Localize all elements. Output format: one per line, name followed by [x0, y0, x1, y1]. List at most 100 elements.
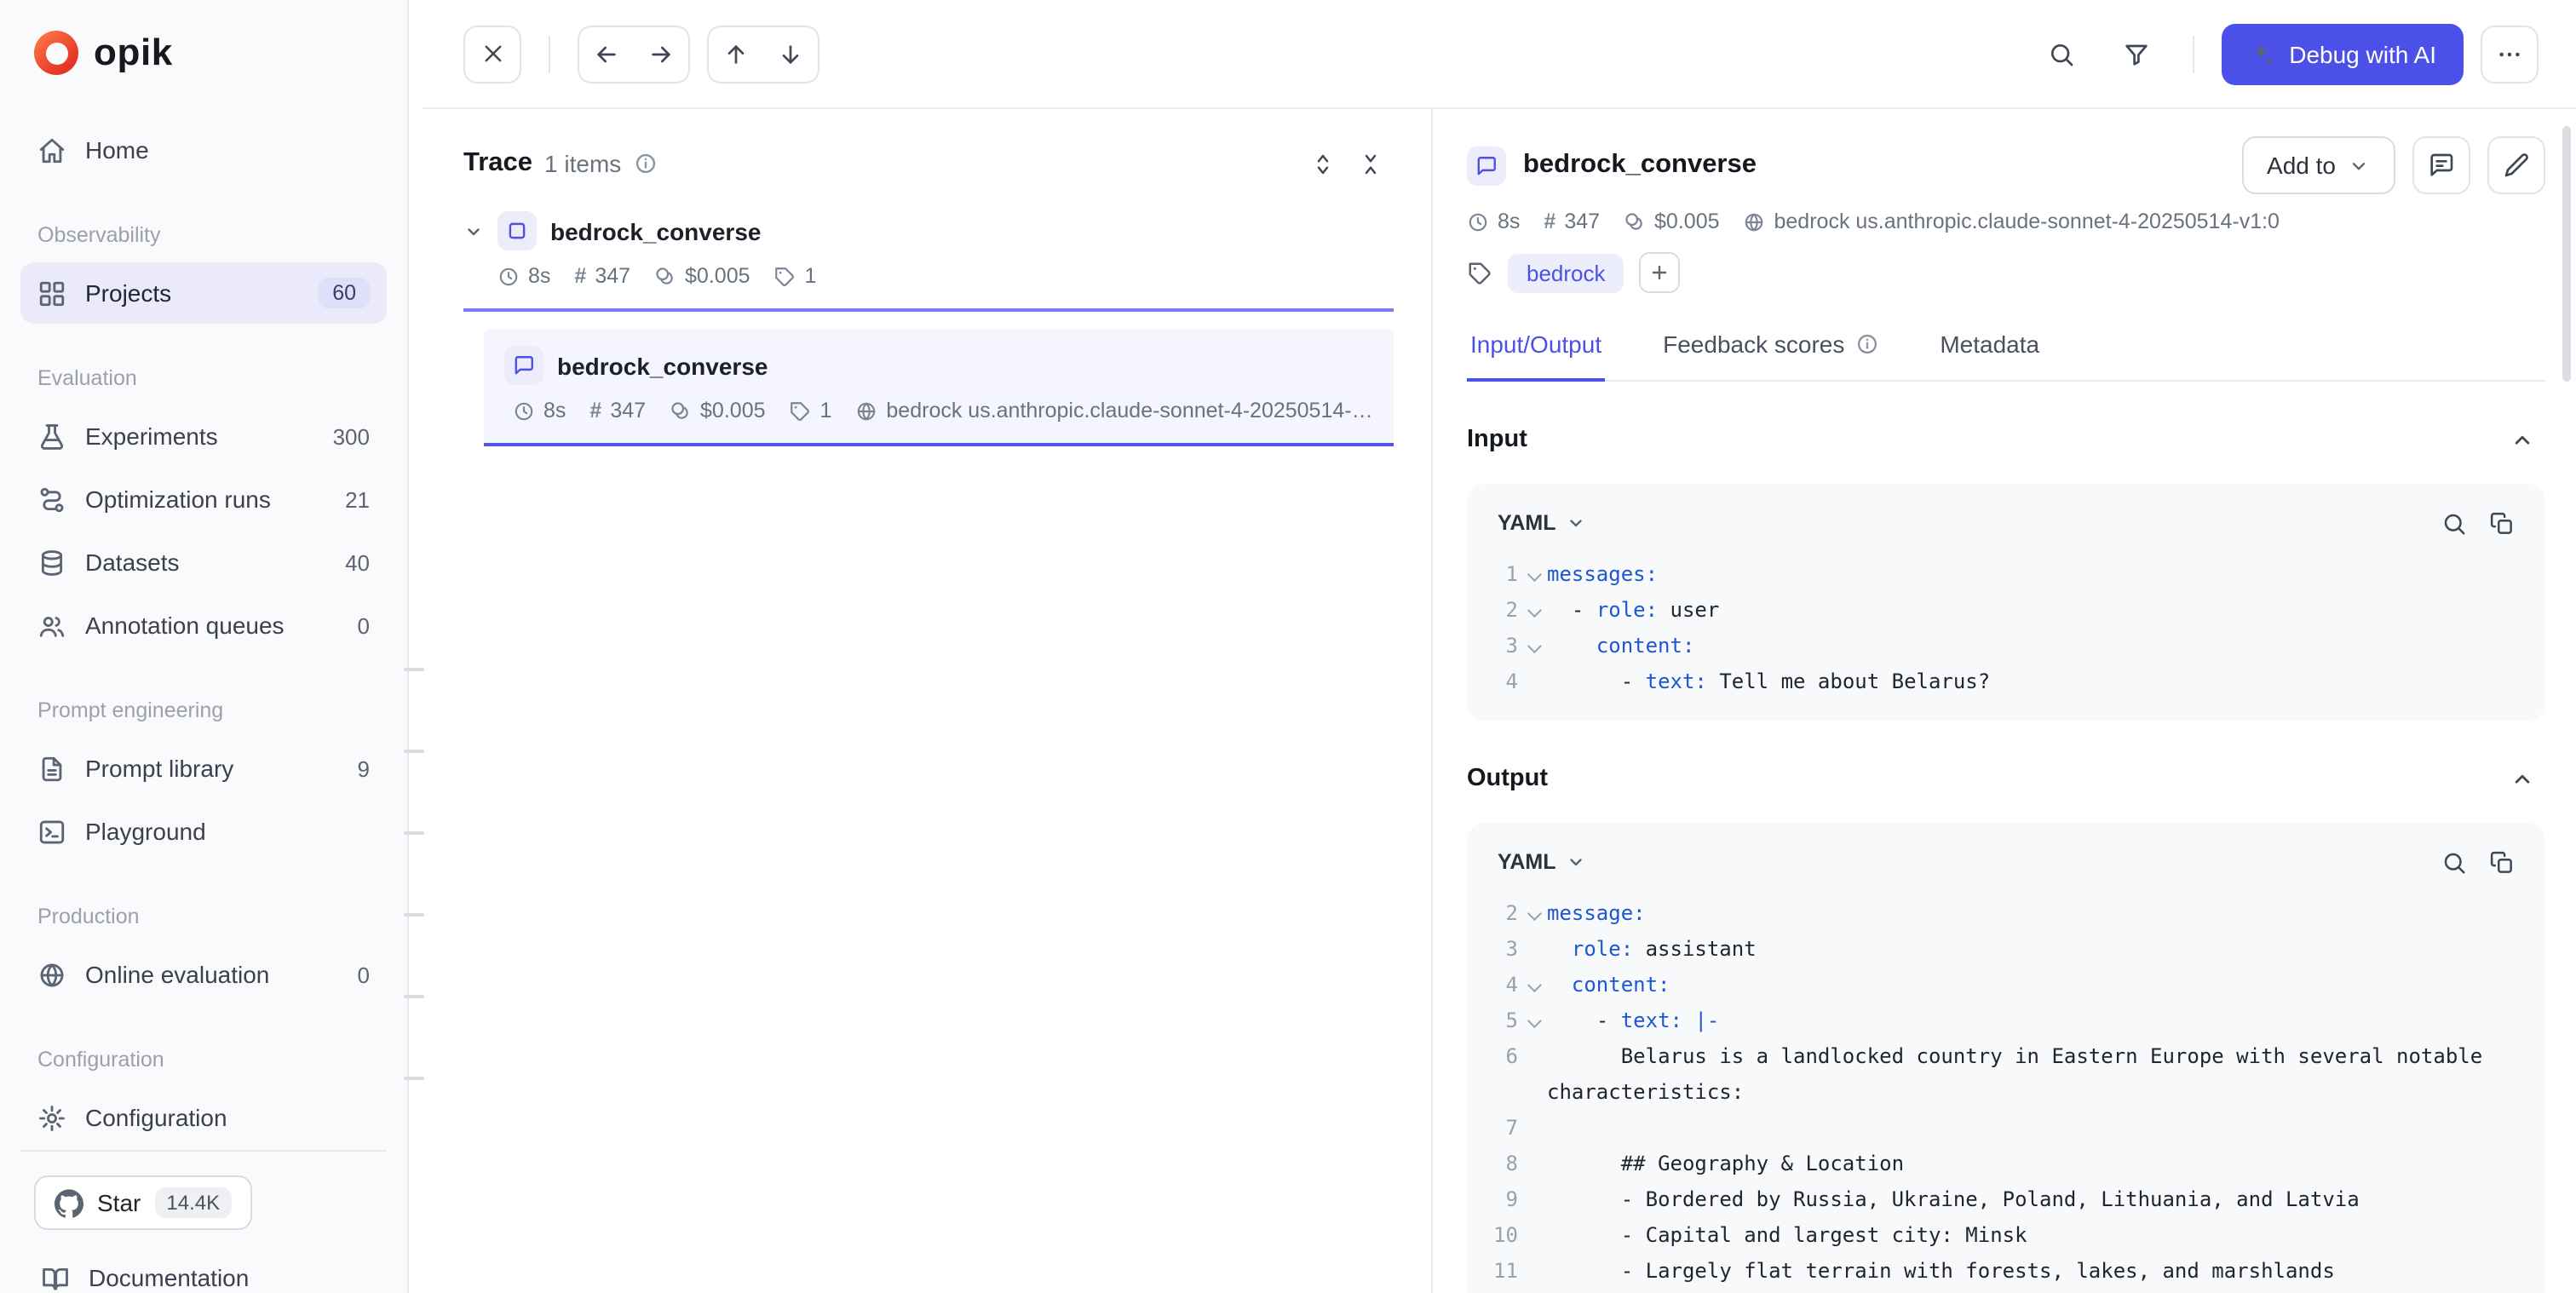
sidebar-item-documentation[interactable]: Documentation	[24, 1247, 383, 1293]
input-format-select[interactable]: YAML	[1487, 504, 1597, 542]
model-value: bedrock us.anthropic.claude-sonnet-4-202…	[886, 399, 1373, 422]
sidebar-item-count: 40	[345, 549, 370, 575]
more-options-button[interactable]	[2481, 25, 2539, 83]
next-trace-button[interactable]	[634, 26, 688, 81]
fold-chevron-icon[interactable]	[1518, 629, 1547, 664]
terminal-icon	[37, 817, 66, 846]
output-section-title: Output	[1467, 765, 1548, 792]
token-count-badge: 347	[574, 264, 630, 288]
opik-logo[interactable]: opik	[20, 0, 387, 75]
toolbar-divider	[2192, 35, 2194, 72]
line-number: 7	[1484, 1111, 1518, 1146]
sidebar-item-annotation-queues[interactable]: Annotation queues 0	[20, 595, 387, 656]
fold-chevron-icon[interactable]	[1518, 896, 1547, 932]
add-tag-button[interactable]	[1640, 252, 1681, 293]
search-in-code-button[interactable]	[2429, 838, 2477, 886]
hash-icon	[1544, 210, 1555, 233]
sidebar-item-playground[interactable]: Playground	[20, 801, 387, 862]
opik-logo-icon	[34, 31, 78, 75]
tab-input-output[interactable]: Input/Output	[1467, 330, 1605, 380]
sidebar-item-home[interactable]: Home	[20, 119, 387, 181]
prev-trace-button[interactable]	[579, 26, 634, 81]
trace-items-count: 1 items	[544, 150, 621, 177]
output-format-select[interactable]: YAML	[1487, 843, 1597, 881]
code-line: 10 - Capital and largest city: Minsk	[1484, 1218, 2521, 1254]
token-count-value: 347	[610, 399, 646, 422]
github-star-button[interactable]: Star 14.4K	[34, 1175, 252, 1230]
next-span-button[interactable]	[763, 26, 818, 81]
code-line: 3 role: assistant	[1484, 932, 2521, 968]
tag-chip-bedrock[interactable]: bedrock	[1508, 253, 1624, 292]
detail-head-actions: Add to	[2241, 136, 2545, 194]
code-text: content:	[1547, 629, 2521, 664]
expand-all-button[interactable]	[1298, 140, 1346, 187]
fold-chevron-icon[interactable]	[1518, 1003, 1547, 1039]
fold-chevron-icon[interactable]	[1518, 557, 1547, 593]
tab-metadata[interactable]: Metadata	[1936, 330, 2043, 380]
search-button[interactable]	[2032, 25, 2090, 83]
sidebar-item-configuration[interactable]: Configuration	[20, 1087, 387, 1148]
sidebar-item-optimization-runs[interactable]: Optimization runs 21	[20, 468, 387, 530]
sidebar: opik Home Observability Projects 60 Eval…	[0, 0, 409, 1293]
fold-chevron-icon[interactable]	[1518, 968, 1547, 1003]
copy-code-button[interactable]	[2477, 838, 2525, 886]
sidebar-item-label: Documentation	[89, 1264, 366, 1291]
add-to-button[interactable]: Add to	[2241, 136, 2395, 194]
sidebar-section-observability: Observability	[20, 182, 387, 262]
token-count-value: 347	[595, 264, 630, 288]
copy-code-button[interactable]	[2477, 499, 2525, 547]
chevron-down-icon	[1567, 513, 1587, 533]
chevron-down-icon	[2348, 154, 2370, 176]
coins-icon	[670, 399, 692, 422]
token-count-badge: 347	[589, 399, 646, 422]
duration-badge: 8s	[497, 264, 550, 288]
panel-resize-handle[interactable]	[409, 0, 423, 1293]
tag-icon	[1467, 260, 1492, 285]
span-name: bedrock_converse	[557, 352, 768, 379]
info-icon[interactable]	[633, 152, 657, 175]
line-number: 4	[1484, 664, 1518, 700]
close-button[interactable]	[463, 25, 521, 83]
fold-spacer	[1518, 1146, 1547, 1182]
chevron-down-icon	[1567, 852, 1587, 872]
code-text: messages:	[1547, 557, 2521, 593]
comment-button[interactable]	[2412, 136, 2470, 194]
prev-span-button[interactable]	[709, 26, 763, 81]
duration-value: 8s	[528, 264, 550, 288]
span-row-selected[interactable]: bedrock_converse 8s 347 $0	[484, 329, 1394, 446]
detail-scroll-area[interactable]: Input YAML	[1467, 382, 2545, 1293]
sidebar-item-experiments[interactable]: Experiments 300	[20, 405, 387, 467]
llm-span-icon	[504, 346, 543, 385]
search-in-code-button[interactable]	[2429, 499, 2477, 547]
line-number: 8	[1484, 1146, 1518, 1182]
sidebar-item-datasets[interactable]: Datasets 40	[20, 532, 387, 593]
fold-chevron-icon[interactable]	[1518, 593, 1547, 629]
code-line: 2 - role: user	[1484, 593, 2521, 629]
chevron-down-icon[interactable]	[463, 221, 484, 241]
input-code-toolbar: YAML	[1470, 492, 2539, 554]
input-section-header: Input	[1467, 416, 2545, 463]
code-line: 1messages:	[1484, 557, 2521, 593]
debug-with-ai-button[interactable]: Debug with AI	[2221, 23, 2464, 84]
sidebar-item-count: 60	[319, 278, 370, 308]
fold-spacer	[1518, 664, 1547, 700]
collapse-output-button[interactable]	[2498, 755, 2545, 802]
info-icon[interactable]	[1854, 332, 1878, 356]
tag-count-value: 1	[820, 399, 832, 422]
detail-header: bedrock_converse Add to	[1467, 136, 2545, 194]
collapse-input-button[interactable]	[2498, 416, 2545, 463]
sidebar-item-prompt-library[interactable]: Prompt library 9	[20, 738, 387, 799]
sidebar-item-projects[interactable]: Projects 60	[20, 262, 387, 324]
sidebar-item-online-evaluation[interactable]: Online evaluation 0	[20, 944, 387, 1005]
filter-button[interactable]	[2107, 25, 2165, 83]
tag-count-badge: 1	[774, 264, 817, 288]
trace-root-row[interactable]: bedrock_converse 8s 347 $0	[463, 208, 1394, 312]
add-to-label: Add to	[2267, 152, 2336, 179]
tab-feedback-scores[interactable]: Feedback scores	[1659, 330, 1882, 380]
edit-button[interactable]	[2487, 136, 2545, 194]
github-icon	[55, 1188, 83, 1217]
cost-badge: $0.005	[1624, 210, 1719, 233]
collapse-all-button[interactable]	[1346, 140, 1394, 187]
code-line: 7	[1484, 1111, 2521, 1146]
scrollbar-thumb[interactable]	[2562, 126, 2571, 382]
